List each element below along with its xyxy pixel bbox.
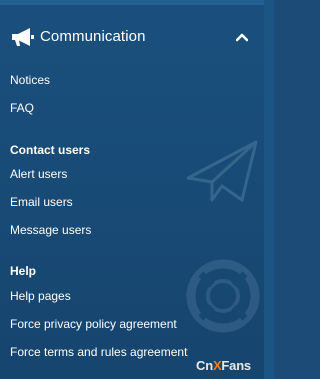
communication-section-header[interactable]: Communication — [0, 22, 264, 54]
contact-users-heading: Contact users — [10, 143, 91, 157]
lifebuoy-icon — [186, 259, 260, 333]
watermark-logo: CnXFans — [196, 358, 251, 373]
help-heading: Help — [10, 264, 37, 278]
nav-link-email-users[interactable]: Email users — [10, 195, 73, 209]
scrollbar-track[interactable] — [264, 0, 274, 379]
chevron-up-icon[interactable] — [236, 32, 248, 42]
megaphone-icon — [12, 28, 34, 46]
nav-link-faq[interactable]: FAQ — [10, 101, 34, 115]
top-divider — [0, 0, 264, 5]
sidebar-panel: Communication Notices FAQ Contact users … — [0, 0, 264, 379]
nav-link-message-users[interactable]: Message users — [10, 223, 91, 237]
nav-link-force-terms-rules[interactable]: Force terms and rules agreement — [10, 345, 187, 359]
nav-link-force-privacy-policy[interactable]: Force privacy policy agreement — [10, 317, 177, 331]
section-title: Communication — [40, 28, 146, 45]
nav-link-help-pages[interactable]: Help pages — [10, 289, 71, 303]
paper-plane-icon — [186, 140, 258, 202]
nav-link-notices[interactable]: Notices — [10, 73, 50, 87]
nav-link-alert-users[interactable]: Alert users — [10, 167, 67, 181]
